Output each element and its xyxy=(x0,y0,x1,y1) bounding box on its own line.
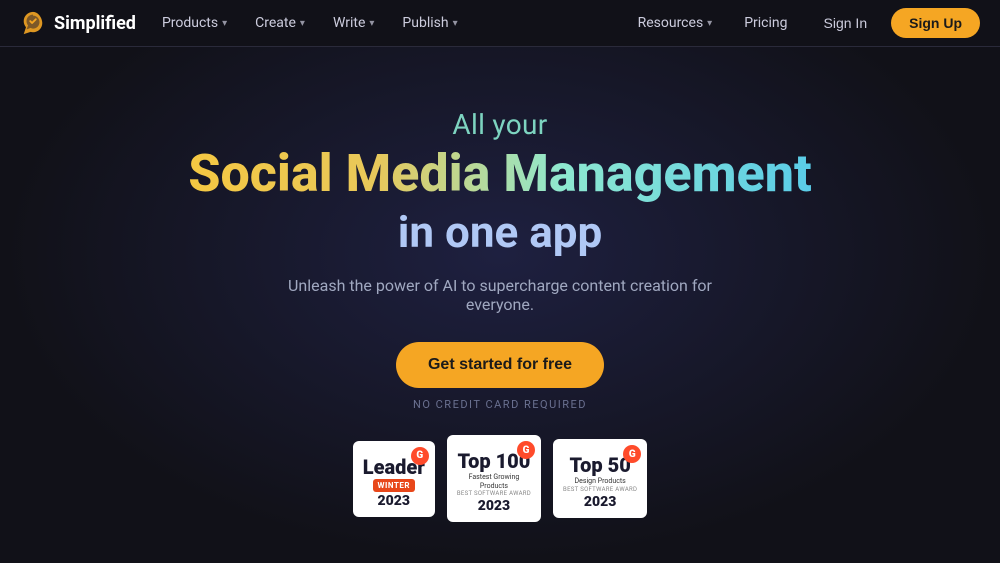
nav-item-write[interactable]: Write ▾ xyxy=(321,0,386,47)
logo-text: Simplified xyxy=(54,13,136,34)
nav-item-create[interactable]: Create ▾ xyxy=(243,0,317,47)
simplified-logo-icon xyxy=(20,10,46,36)
navbar: Simplified Products ▾ Create ▾ Write ▾ P… xyxy=(0,0,1000,47)
badge-year-leader: 2023 xyxy=(378,493,410,509)
publish-chevron-icon: ▾ xyxy=(453,18,458,29)
badges-row: G Leader WINTER 2023 G Top 100 Fastest G… xyxy=(353,435,648,522)
hero-title-main: Social Media Management xyxy=(188,145,812,202)
hero-description: Unleash the power of AI to supercharge c… xyxy=(260,276,740,314)
badge-year-top50: 2023 xyxy=(584,494,616,510)
nav-item-products[interactable]: Products ▾ xyxy=(150,0,239,47)
create-chevron-icon: ▾ xyxy=(300,18,305,29)
badge-award-top50: BEST SOFTWARE AWARD xyxy=(563,486,637,493)
badge-top50: G Top 50 Design Products BEST SOFTWARE A… xyxy=(553,439,647,517)
sign-up-button[interactable]: Sign Up xyxy=(891,8,980,38)
no-credit-text: NO CREDIT CARD REQUIRED xyxy=(413,398,587,411)
badge-award-top100: BEST SOFTWARE AWARD xyxy=(457,490,531,497)
hero-subtitle: All your xyxy=(452,108,547,141)
resources-chevron-icon: ▾ xyxy=(707,18,712,29)
sign-in-button[interactable]: Sign In xyxy=(808,8,884,38)
nav-item-resources[interactable]: Resources ▾ xyxy=(626,0,725,47)
hero-section: All your Social Media Management in one … xyxy=(0,47,1000,563)
badge-desc-top50: Design Products xyxy=(575,477,626,485)
badge-leader: G Leader WINTER 2023 xyxy=(353,441,435,517)
nav-item-publish[interactable]: Publish ▾ xyxy=(390,0,469,47)
g2-logo-icon-2: G xyxy=(517,441,535,459)
write-chevron-icon: ▾ xyxy=(369,18,374,29)
navbar-right: Resources ▾ Pricing Sign In Sign Up xyxy=(626,0,980,47)
logo-area[interactable]: Simplified xyxy=(20,10,136,36)
nav-item-pricing[interactable]: Pricing xyxy=(732,0,799,47)
badge-rank-top50: Top 50 xyxy=(570,455,631,475)
badge-type-leader: WINTER xyxy=(373,479,415,492)
badge-top100: G Top 100 Fastest Growing Products BEST … xyxy=(447,435,541,522)
get-started-button[interactable]: Get started for free xyxy=(396,342,604,388)
g2-logo-icon-3: G xyxy=(623,445,641,463)
g2-logo-icon: G xyxy=(411,447,429,465)
hero-title-bottom: in one app xyxy=(398,206,603,258)
badge-desc-top100: Fastest Growing Products xyxy=(459,473,529,490)
products-chevron-icon: ▾ xyxy=(222,18,227,29)
badge-year-top100: 2023 xyxy=(478,498,510,514)
navbar-left: Simplified Products ▾ Create ▾ Write ▾ P… xyxy=(20,0,470,47)
